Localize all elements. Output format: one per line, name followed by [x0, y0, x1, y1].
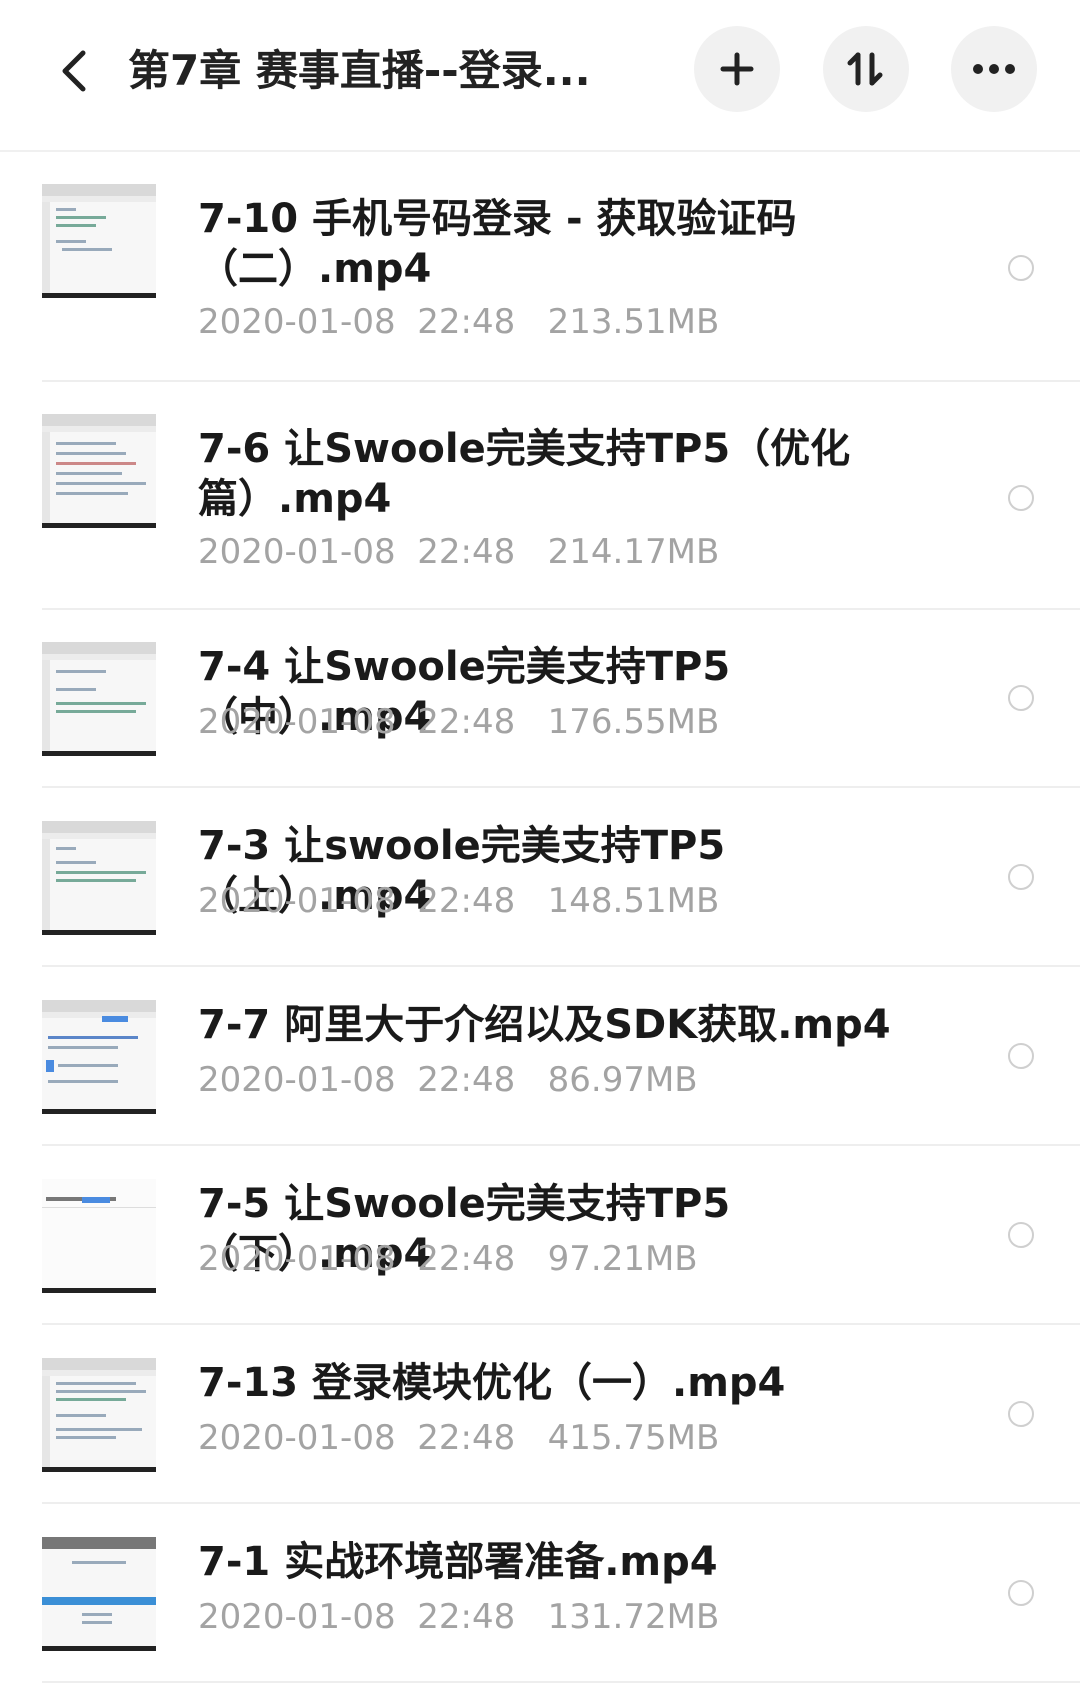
file-date: 2020-01-08 [198, 1418, 396, 1458]
page-title: 第7章 赛事直播--登录... [128, 46, 591, 95]
file-time: 22:48 [417, 1239, 516, 1279]
file-date: 2020-01-08 [198, 1239, 396, 1279]
file-size: 213.51MB [547, 302, 720, 342]
file-size: 148.51MB [547, 881, 720, 921]
select-radio[interactable] [1008, 485, 1034, 511]
divider [42, 1681, 1080, 1683]
file-time: 22:48 [417, 532, 516, 572]
select-radio[interactable] [1008, 685, 1034, 711]
file-date: 2020-01-08 [198, 702, 396, 742]
select-radio[interactable] [1008, 864, 1034, 890]
file-name: 7-7 阿里大于介绍以及SDK获取.mp4 [198, 1002, 891, 1048]
video-thumbnail [42, 1358, 156, 1472]
divider [42, 1502, 1080, 1504]
file-meta: 2020-01-08 22:48 97.21MB [198, 1239, 698, 1279]
video-thumbnail [42, 414, 156, 528]
file-name: 7-1 实战环境部署准备.mp4 [198, 1539, 718, 1585]
sort-button[interactable] [823, 26, 909, 112]
file-time: 22:48 [417, 702, 516, 742]
select-radio[interactable] [1008, 1401, 1034, 1427]
file-size: 176.55MB [547, 702, 720, 742]
chevron-left-icon[interactable] [44, 36, 104, 106]
file-date: 2020-01-08 [198, 1597, 396, 1637]
select-radio[interactable] [1008, 1222, 1034, 1248]
top-bar: 第7章 赛事直播--登录... [0, 0, 1080, 152]
file-name: 7-6 让Swoole完美支持TP5（优化篇）.mp4 [198, 426, 851, 522]
video-thumbnail [42, 1179, 156, 1293]
sort-icon [847, 52, 883, 86]
select-radio[interactable] [1008, 1043, 1034, 1069]
divider [42, 1323, 1080, 1325]
file-size: 415.75MB [547, 1418, 720, 1458]
file-time: 22:48 [417, 881, 516, 921]
video-thumbnail [42, 642, 156, 756]
divider [42, 786, 1080, 788]
plus-icon [720, 52, 754, 86]
file-meta: 2020-01-08 22:48 415.75MB [198, 1418, 719, 1458]
file-time: 22:48 [417, 302, 516, 342]
file-time: 22:48 [417, 1060, 516, 1100]
select-radio[interactable] [1008, 1580, 1034, 1606]
video-thumbnail [42, 1537, 156, 1651]
file-date: 2020-01-08 [198, 302, 396, 342]
file-meta: 2020-01-08 22:48 176.55MB [198, 702, 719, 742]
more-icon [973, 64, 1015, 74]
file-meta: 2020-01-08 22:48 86.97MB [198, 1060, 698, 1100]
file-size: 97.21MB [547, 1239, 698, 1279]
select-radio[interactable] [1008, 255, 1034, 281]
file-date: 2020-01-08 [198, 532, 396, 572]
file-size: 131.72MB [547, 1597, 720, 1637]
file-name: 7-13 登录模块优化（一）.mp4 [198, 1360, 786, 1406]
divider [42, 1144, 1080, 1146]
file-meta: 2020-01-08 22:48 213.51MB [198, 302, 719, 342]
file-size: 214.17MB [547, 532, 720, 572]
file-size: 86.97MB [547, 1060, 698, 1100]
divider [42, 608, 1080, 610]
add-button[interactable] [694, 26, 780, 112]
video-thumbnail [42, 1000, 156, 1114]
file-date: 2020-01-08 [198, 881, 396, 921]
video-thumbnail [42, 821, 156, 935]
file-meta: 2020-01-08 22:48 214.17MB [198, 532, 719, 572]
file-meta: 2020-01-08 22:48 131.72MB [198, 1597, 719, 1637]
file-meta: 2020-01-08 22:48 148.51MB [198, 881, 719, 921]
file-date: 2020-01-08 [198, 1060, 396, 1100]
divider [42, 380, 1080, 382]
divider [42, 965, 1080, 967]
file-time: 22:48 [417, 1597, 516, 1637]
file-name: 7-10 手机号码登录 - 获取验证码（二）.mp4 [198, 196, 797, 292]
video-thumbnail [42, 184, 156, 298]
file-time: 22:48 [417, 1418, 516, 1458]
more-button[interactable] [951, 26, 1037, 112]
